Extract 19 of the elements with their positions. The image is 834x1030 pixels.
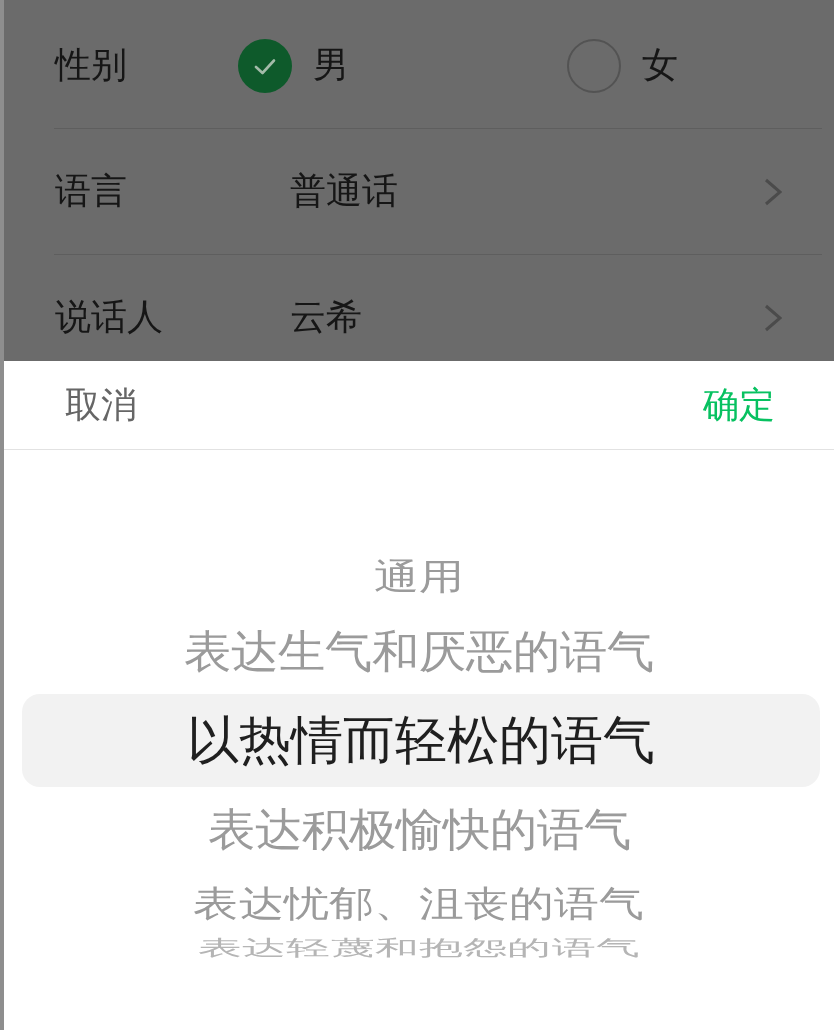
picker-option[interactable]: 表达生气和厌恶的语气 [184,626,654,677]
radio-icon[interactable] [238,38,292,93]
field-value: 普通话 [290,169,399,213]
chevron-right-icon[interactable] [764,303,782,332]
picker-option[interactable]: 表达积极愉快的语气 [207,804,631,855]
field-label: 语言 [55,169,128,213]
field-label: 性别 [55,43,128,87]
radio-icon[interactable] [567,38,621,93]
cancel-button[interactable]: 取消 [65,380,137,430]
picker-option[interactable]: 通用 [373,557,465,597]
field-value: 云希 [290,295,363,339]
picker-option[interactable]: 表达轻蔑和抱怨的语气 [198,936,640,960]
picker-option[interactable]: 以热情而轻松的语气 [22,694,820,787]
radio-option[interactable]: 女 [567,38,678,93]
picker-option[interactable]: 表达忧郁、沮丧的语气 [193,884,645,924]
chevron-right-icon[interactable] [764,177,782,206]
radio-option[interactable]: 男 [238,38,349,93]
confirm-button[interactable]: 确定 [703,380,775,430]
field-label: 说话人 [55,295,164,339]
